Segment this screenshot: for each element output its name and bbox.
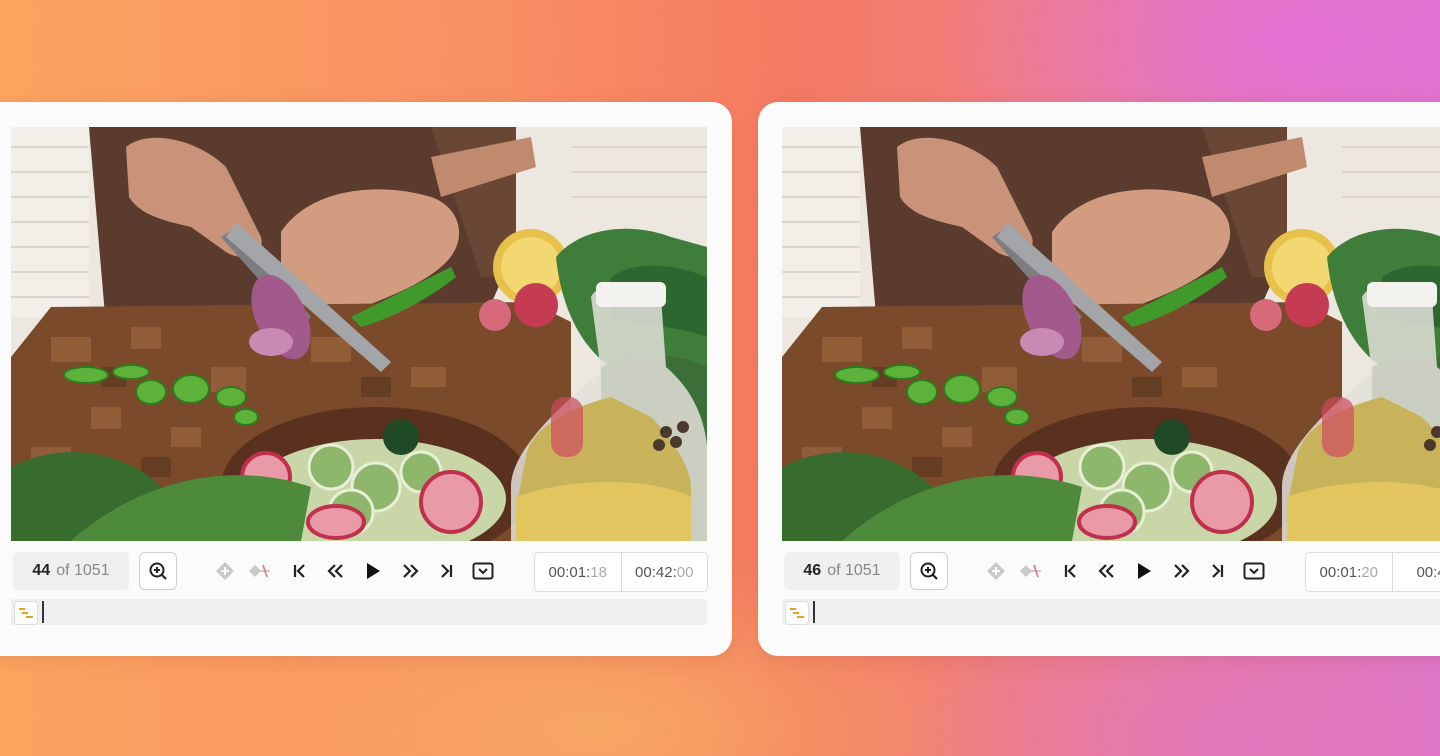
video-frame[interactable] (11, 127, 707, 541)
video-still-image (782, 127, 1440, 541)
video-player-panel-1: 44 of 1051 00:01: 18 00:42: 00 (0, 102, 732, 656)
dropdown-menu-button[interactable] (1241, 558, 1267, 584)
current-timecode[interactable]: 00:01: 18 (535, 553, 621, 591)
timecode-display: 00:01:20 00:42 (1305, 552, 1440, 592)
playback-controls: 46 of 1051 00:01: 20 00: (782, 550, 1440, 592)
step-forward-button[interactable] (1168, 558, 1194, 584)
step-forward-icon (1174, 564, 1190, 578)
skip-to-start-button[interactable] (287, 558, 313, 584)
remove-keyframe-icon (1020, 564, 1041, 578)
skip-to-end-button[interactable] (433, 558, 459, 584)
playhead[interactable] (813, 601, 815, 623)
current-timecode[interactable]: 00:01: 20 (1306, 553, 1392, 591)
frame-counter[interactable]: 46 of 1051 (784, 552, 900, 590)
play-button[interactable] (360, 558, 386, 584)
frame-current: 46 (803, 562, 822, 579)
play-icon (1138, 563, 1151, 579)
add-keyframe-icon (216, 562, 234, 580)
remove-keyframe-button[interactable] (1018, 558, 1044, 584)
skip-to-end-icon (441, 564, 453, 578)
step-forward-icon (403, 564, 419, 578)
zoom-button[interactable] (139, 552, 177, 590)
total-duration: 00:42: 00 (620, 553, 708, 591)
step-back-icon (1098, 564, 1114, 578)
dropdown-menu-icon (1243, 562, 1265, 580)
zoom-in-icon (920, 562, 938, 580)
timeline-marker-icon (19, 608, 33, 618)
video-frame[interactable] (782, 127, 1440, 541)
zoom-button[interactable] (910, 552, 948, 590)
video-still-image (11, 127, 707, 541)
add-keyframe-icon (987, 562, 1005, 580)
dropdown-menu-button[interactable] (470, 558, 496, 584)
playback-controls: 44 of 1051 00:01: 18 00:42: 00 (11, 550, 708, 592)
timecode-display: 00:01: 18 00:42: 00 (534, 552, 708, 592)
timeline-track[interactable] (782, 599, 1440, 625)
timeline-toggle-button[interactable] (785, 601, 809, 625)
timeline-toggle-button[interactable] (14, 601, 38, 625)
play-button[interactable] (1131, 558, 1157, 584)
timeline-track[interactable] (11, 599, 707, 625)
step-back-button[interactable] (1094, 558, 1120, 584)
skip-to-end-button[interactable] (1204, 558, 1230, 584)
frame-total: of 1051 (56, 562, 110, 579)
step-back-button[interactable] (323, 558, 349, 584)
skip-to-start-icon (1064, 564, 1076, 578)
dropdown-menu-icon (472, 562, 494, 580)
step-forward-button[interactable] (397, 558, 423, 584)
zoom-in-icon (149, 562, 167, 580)
remove-keyframe-icon (249, 564, 270, 578)
play-icon (367, 563, 380, 579)
remove-keyframe-button[interactable] (247, 558, 273, 584)
skip-to-end-icon (1212, 564, 1224, 578)
add-keyframe-button[interactable] (212, 558, 238, 584)
video-player-panel-2: 46 of 1051 00:01: 20 00: (758, 102, 1440, 656)
frame-current: 44 (32, 562, 51, 579)
step-back-icon (327, 564, 343, 578)
frame-counter[interactable]: 44 of 1051 (13, 552, 129, 590)
add-keyframe-button[interactable] (983, 558, 1009, 584)
total-duration: 00:42 (1391, 553, 1440, 591)
skip-to-start-icon (293, 564, 305, 578)
frame-total: of 1051 (827, 562, 881, 579)
timeline-marker-icon (790, 608, 804, 618)
playhead[interactable] (42, 601, 44, 623)
skip-to-start-button[interactable] (1058, 558, 1084, 584)
